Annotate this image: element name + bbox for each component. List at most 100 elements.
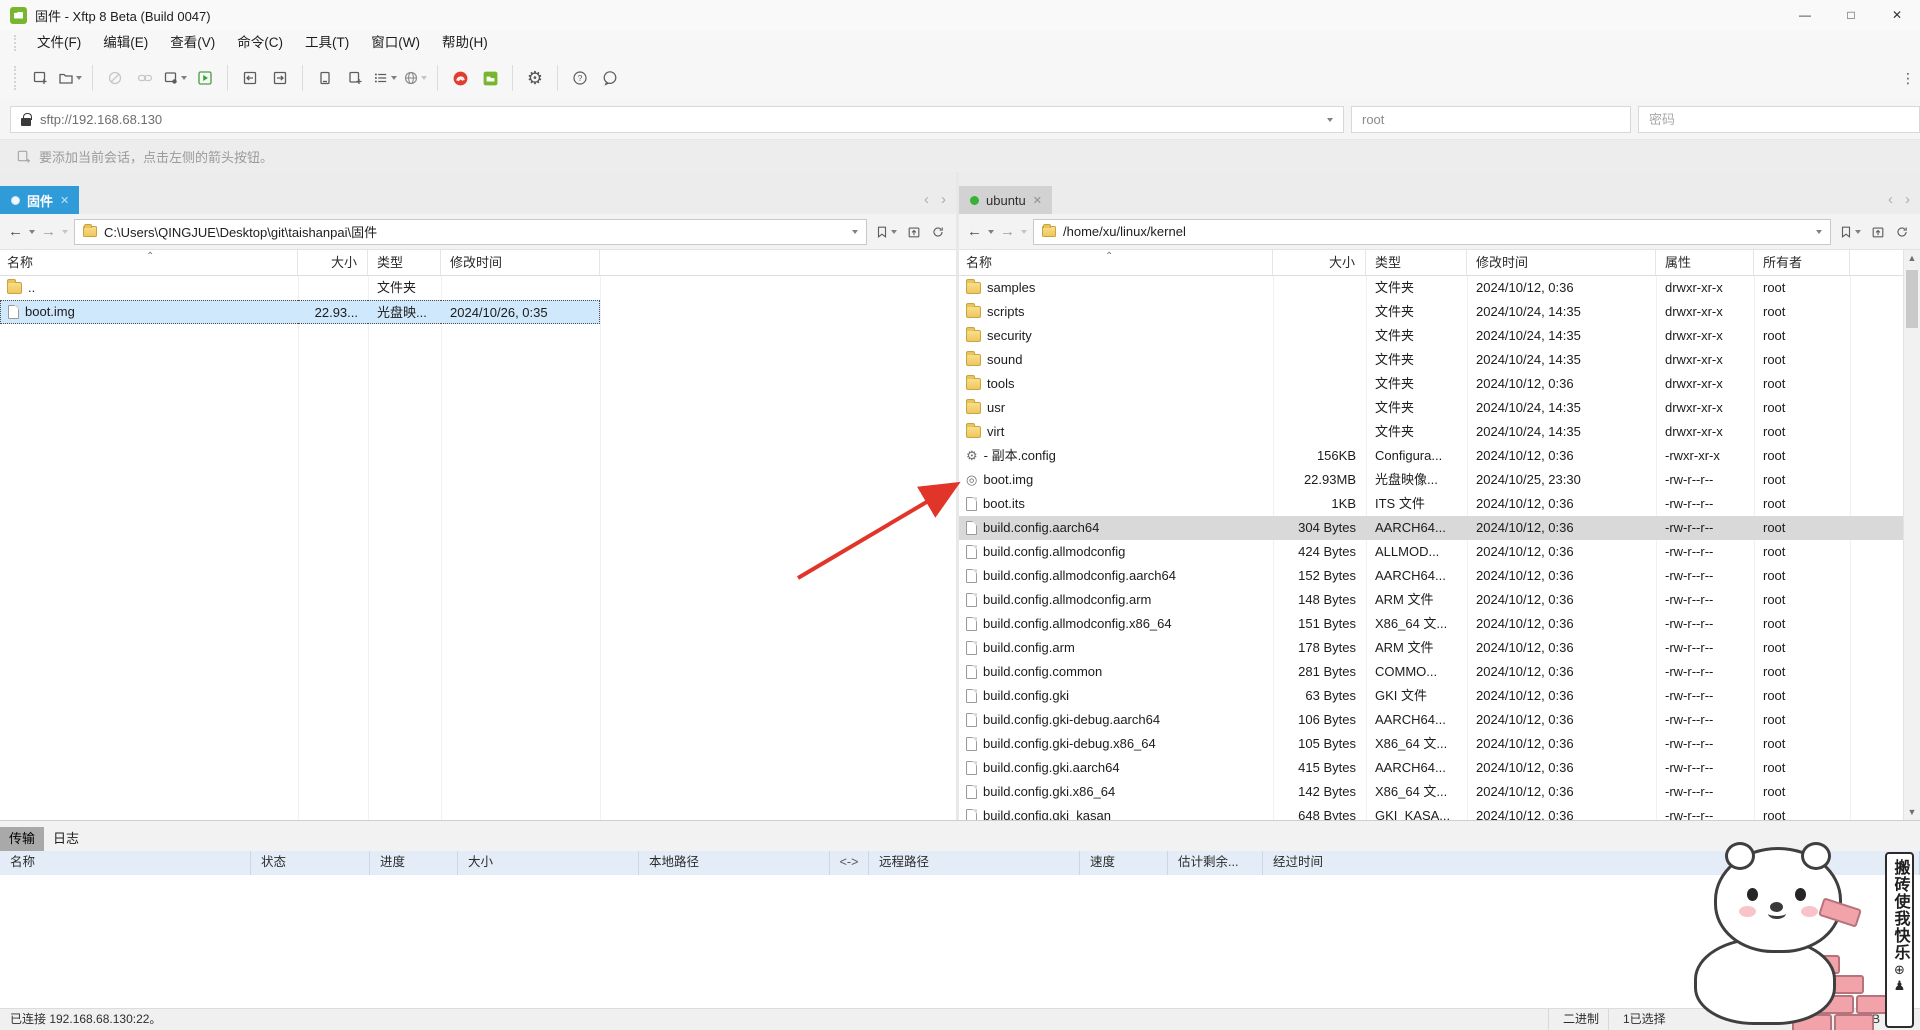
- password-input[interactable]: [1638, 106, 1920, 133]
- file-row[interactable]: boot.its1KBITS 文件2024/10/12, 0:36-rw-r--…: [959, 492, 1920, 516]
- path-dropdown-icon[interactable]: [1816, 230, 1822, 234]
- feedback-button[interactable]: [596, 63, 624, 93]
- column-header-date[interactable]: 修改时间: [1467, 250, 1656, 275]
- forward-button[interactable]: →: [1000, 224, 1015, 239]
- file-row[interactable]: build.config.gki-debug.x86_64105 BytesX8…: [959, 732, 1920, 756]
- file-row[interactable]: scripts文件夹2024/10/24, 14:35drwxr-xr-xroo…: [959, 300, 1920, 324]
- tab-scroll-left-icon[interactable]: ‹: [924, 191, 929, 208]
- settings-gear-button[interactable]: ⚙: [521, 63, 549, 93]
- menu-help[interactable]: 帮助(H): [431, 30, 499, 56]
- folder-up-button[interactable]: [905, 225, 923, 239]
- local-path-input[interactable]: C:\Users\QINGJUE\Desktop\git\taishanpai\…: [74, 219, 867, 245]
- tab-log[interactable]: 日志: [44, 827, 88, 851]
- back-history-icon[interactable]: [29, 230, 35, 234]
- export-button[interactable]: [266, 63, 294, 93]
- file-row[interactable]: build.config.aarch64304 BytesAARCH64...2…: [959, 516, 1920, 540]
- refresh-button[interactable]: [929, 225, 947, 239]
- remote-file-list[interactable]: samples文件夹2024/10/12, 0:36drwxr-xr-xroot…: [959, 276, 1920, 820]
- menu-tools[interactable]: 工具(T): [294, 30, 360, 56]
- folder-up-button[interactable]: [1869, 225, 1887, 239]
- close-button[interactable]: ✕: [1874, 0, 1920, 30]
- file-row[interactable]: - 副本.config156KBConfigura...2024/10/12, …: [959, 444, 1920, 468]
- path-dropdown-icon[interactable]: [852, 230, 858, 234]
- column-remote-path[interactable]: 远程路径: [869, 851, 1080, 875]
- tab-close-icon[interactable]: ✕: [60, 194, 69, 207]
- maximize-button[interactable]: □: [1828, 0, 1874, 30]
- menu-edit[interactable]: 编辑(E): [92, 30, 159, 56]
- bookmark-dropdown-icon[interactable]: [1855, 230, 1861, 234]
- address-combobox[interactable]: sftp://192.168.68.130: [10, 106, 1344, 133]
- reconnect-link-button[interactable]: [131, 63, 159, 93]
- file-row[interactable]: boot.img22.93...光盘映...2024/10/26, 0:35: [0, 300, 956, 324]
- file-row[interactable]: build.config.allmodconfig.aarch64152 Byt…: [959, 564, 1920, 588]
- column-progress[interactable]: 进度: [370, 851, 458, 875]
- session-properties-button[interactable]: [161, 63, 189, 93]
- file-row[interactable]: build.config.allmodconfig.arm148 BytesAR…: [959, 588, 1920, 612]
- column-header-attr[interactable]: 属性: [1656, 250, 1754, 275]
- column-header-type[interactable]: 类型: [1366, 250, 1467, 275]
- tab-close-icon[interactable]: ✕: [1033, 194, 1042, 207]
- file-row[interactable]: build.config.gki_kasan648 BytesGKI_KASA.…: [959, 804, 1920, 820]
- file-row[interactable]: tools文件夹2024/10/12, 0:36drwxr-xr-xroot: [959, 372, 1920, 396]
- file-row[interactable]: ..文件夹: [0, 276, 956, 300]
- file-row[interactable]: build.config.gki.x86_64142 BytesX86_64 文…: [959, 780, 1920, 804]
- column-direction[interactable]: <->: [830, 851, 869, 875]
- view-mode-button[interactable]: [371, 63, 399, 93]
- remote-session-tab[interactable]: ubuntu ✕: [959, 186, 1052, 214]
- dropdown-icon[interactable]: [391, 76, 397, 80]
- column-speed[interactable]: 速度: [1080, 851, 1168, 875]
- remote-path-input[interactable]: /home/xu/linux/kernel: [1033, 219, 1831, 245]
- dropdown-icon[interactable]: [76, 76, 82, 80]
- dropdown-icon[interactable]: [181, 76, 187, 80]
- username-input[interactable]: [1351, 106, 1631, 133]
- menu-view[interactable]: 查看(V): [159, 30, 226, 56]
- back-history-icon[interactable]: [988, 230, 994, 234]
- bookmark-button[interactable]: [1837, 225, 1863, 239]
- forward-history-icon[interactable]: [62, 230, 68, 234]
- menu-file[interactable]: 文件(F): [26, 30, 92, 56]
- toolbar-overflow-icon[interactable]: ⋮: [1901, 70, 1916, 87]
- dropdown-icon[interactable]: [421, 76, 427, 80]
- back-button[interactable]: ←: [967, 224, 982, 239]
- column-header-size[interactable]: 大小: [1273, 250, 1366, 275]
- scroll-down-icon[interactable]: ▼: [1904, 804, 1920, 820]
- help-button[interactable]: ?: [566, 63, 594, 93]
- menu-command[interactable]: 命令(C): [226, 30, 294, 56]
- disconnect-button[interactable]: [101, 63, 129, 93]
- refresh-button[interactable]: [1893, 225, 1911, 239]
- tab-transfer[interactable]: 传输: [0, 827, 44, 851]
- forward-history-icon[interactable]: [1021, 230, 1027, 234]
- column-name[interactable]: 名称: [0, 851, 251, 875]
- file-row[interactable]: build.config.allmodconfig424 BytesALLMOD…: [959, 540, 1920, 564]
- new-session-button[interactable]: [26, 63, 54, 93]
- tab-scroll-right-icon[interactable]: ›: [1905, 191, 1910, 208]
- column-header-type[interactable]: 类型: [368, 250, 441, 275]
- column-local-path[interactable]: 本地路径: [639, 851, 830, 875]
- back-button[interactable]: ←: [8, 224, 23, 239]
- file-row[interactable]: sound文件夹2024/10/24, 14:35drwxr-xr-xroot: [959, 348, 1920, 372]
- scrollbar-thumb[interactable]: [1906, 270, 1918, 328]
- file-row[interactable]: build.config.gki.aarch64415 BytesAARCH64…: [959, 756, 1920, 780]
- file-row[interactable]: usr文件夹2024/10/24, 14:35drwxr-xr-xroot: [959, 396, 1920, 420]
- file-row[interactable]: boot.img22.93MB光盘映像...2024/10/25, 23:30-…: [959, 468, 1920, 492]
- chevron-down-icon[interactable]: [1327, 118, 1333, 122]
- local-session-tab[interactable]: 固件 ✕: [0, 186, 79, 214]
- bookmark-dropdown-icon[interactable]: [891, 230, 897, 234]
- file-row[interactable]: build.config.arm178 BytesARM 文件2024/10/1…: [959, 636, 1920, 660]
- import-button[interactable]: [236, 63, 264, 93]
- bookmark-button[interactable]: [873, 225, 899, 239]
- column-header-owner[interactable]: 所有者: [1754, 250, 1850, 275]
- column-eta[interactable]: 估计剩余...: [1168, 851, 1263, 875]
- file-row[interactable]: security文件夹2024/10/24, 14:35drwxr-xr-xro…: [959, 324, 1920, 348]
- tab-scroll-left-icon[interactable]: ‹: [1888, 191, 1893, 208]
- file-row[interactable]: virt文件夹2024/10/24, 14:35drwxr-xr-xroot: [959, 420, 1920, 444]
- file-row[interactable]: build.config.allmodconfig.x86_64151 Byte…: [959, 612, 1920, 636]
- column-header-size[interactable]: 大小: [298, 250, 368, 275]
- device-pane-button[interactable]: [311, 63, 339, 93]
- column-status[interactable]: 状态: [251, 851, 370, 875]
- duplicate-pane-button[interactable]: [341, 63, 369, 93]
- file-row[interactable]: samples文件夹2024/10/12, 0:36drwxr-xr-xroot: [959, 276, 1920, 300]
- column-header-date[interactable]: 修改时间: [441, 250, 600, 275]
- xshell-launch-button[interactable]: [446, 63, 474, 93]
- file-row[interactable]: build.config.common281 BytesCOMMO...2024…: [959, 660, 1920, 684]
